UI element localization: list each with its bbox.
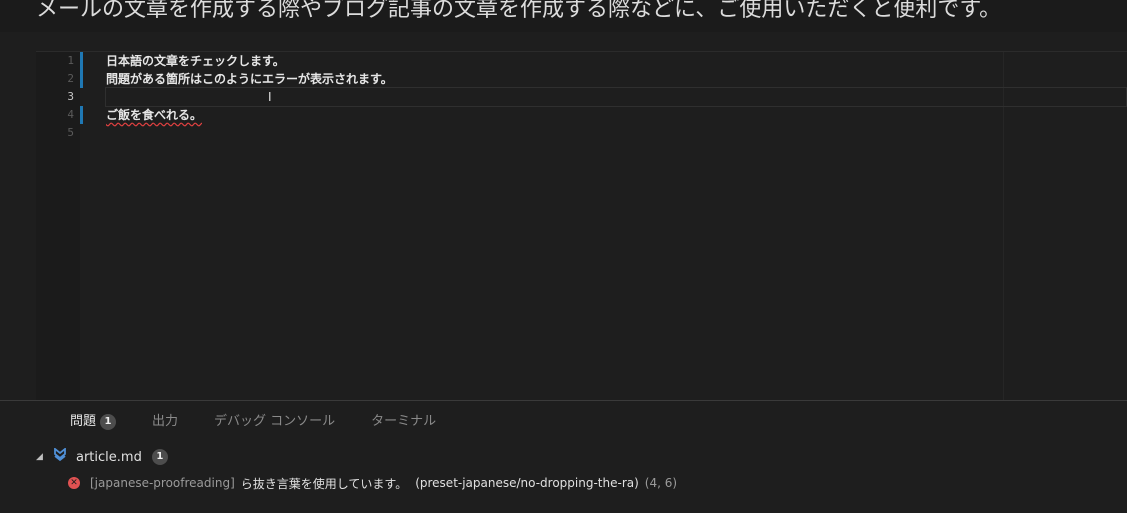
editor-line-4[interactable]: 4 ご飯を食べれる。 bbox=[0, 106, 1127, 124]
tab-label: 出力 bbox=[152, 414, 179, 429]
file-name: article.md bbox=[76, 449, 142, 465]
editor-line-5[interactable]: 5 bbox=[0, 124, 1127, 142]
editor-line-2[interactable]: 2 問題がある箇所はこのようにエラーが表示されます。 bbox=[0, 70, 1127, 88]
line-text: 問題がある箇所はこのようにエラーが表示されます。 bbox=[106, 72, 393, 86]
problem-count-badge: 1 bbox=[100, 414, 117, 430]
text-cursor-icon: I bbox=[268, 90, 272, 104]
editor[interactable]: 1 日本語の文章をチェックします。 2 問題がある箇所はこのようにエラーが表示さ… bbox=[0, 34, 1127, 400]
expand-arrow-icon[interactable]: ◢ bbox=[36, 452, 54, 462]
line-number: 1 bbox=[67, 54, 74, 67]
modified-indicator bbox=[80, 52, 83, 70]
line-number: 5 bbox=[67, 126, 74, 139]
line-text: 日本語の文章をチェックします。 bbox=[106, 54, 285, 68]
current-line-highlight bbox=[105, 87, 1127, 107]
file-problem-count: 1 bbox=[151, 449, 168, 465]
tab-terminal[interactable]: ターミナル bbox=[371, 411, 436, 433]
line-number: 2 bbox=[67, 72, 74, 85]
error-icon: ✕ bbox=[68, 477, 80, 489]
tab-label: ターミナル bbox=[371, 414, 437, 429]
line-text-with-error: ご飯を食べれる。 bbox=[106, 108, 203, 122]
problem-source: [japanese-proofreading] bbox=[90, 476, 235, 490]
tab-output[interactable]: 出力 bbox=[152, 411, 178, 433]
line-number: 4 bbox=[67, 108, 74, 121]
problems-panel: 問題 1 出力 デバッグ コンソール ターミナル ◢ article.md 1 … bbox=[0, 400, 1127, 513]
tab-debug-console[interactable]: デバッグ コンソール bbox=[214, 411, 335, 433]
tab-label: 問題 bbox=[70, 414, 97, 429]
markdown-icon-svg bbox=[54, 447, 66, 462]
caption-text: メールの文章を作成する際やブログ記事の文章を作成する際などに、ご使用いただくと便… bbox=[0, 0, 1127, 32]
modified-indicator bbox=[80, 70, 83, 88]
tab-label: デバッグ コンソール bbox=[214, 414, 336, 429]
problem-item[interactable]: ✕ [japanese-proofreading] ら抜き言葉を使用しています。… bbox=[68, 473, 677, 493]
problem-rule: (preset-japanese/no-dropping-the-ra) bbox=[415, 476, 639, 490]
editor-line-3[interactable]: 3 bbox=[0, 87, 1127, 107]
editor-line-1[interactable]: 1 日本語の文章をチェックします。 bbox=[0, 52, 1127, 70]
problem-location: (4, 6) bbox=[644, 476, 678, 490]
problem-message: ら抜き言葉を使用しています。 bbox=[240, 476, 408, 491]
modified-indicator bbox=[80, 106, 83, 124]
line-number: 3 bbox=[67, 90, 74, 103]
panel-tabs: 問題 1 出力 デバッグ コンソール ターミナル bbox=[70, 411, 472, 433]
markdown-icon bbox=[54, 447, 68, 466]
tab-problems[interactable]: 問題 1 bbox=[70, 411, 117, 433]
problem-file-row[interactable]: ◢ article.md 1 bbox=[36, 447, 168, 467]
